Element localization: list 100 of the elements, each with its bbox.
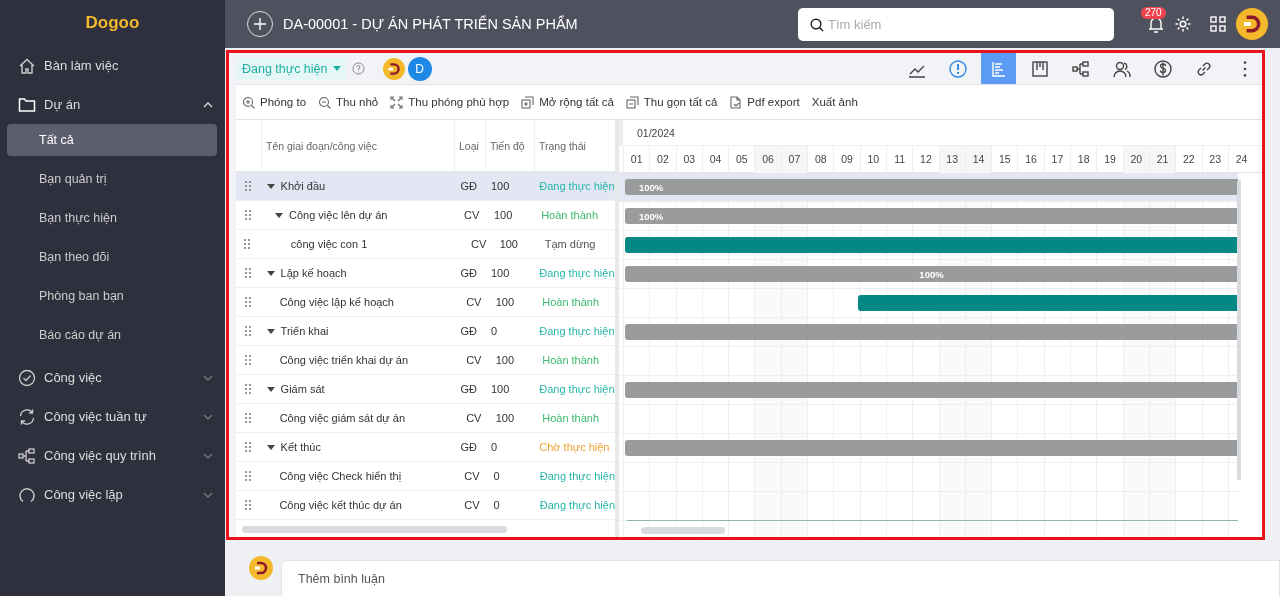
sidebar-item[interactable]: Công việc tuần tự bbox=[0, 397, 225, 436]
toolbar-button[interactable]: Thu nhỏ bbox=[318, 95, 379, 109]
drag-handle-icon[interactable] bbox=[245, 181, 252, 191]
sidebar-subitem[interactable]: Bạn theo dõi bbox=[7, 241, 217, 273]
table-row[interactable]: Công việc lập kế hoạch CV 100 Hoàn thành bbox=[236, 288, 615, 317]
drag-handle-icon[interactable] bbox=[245, 442, 252, 452]
more-icon bbox=[1242, 60, 1247, 77]
table-row[interactable]: Công việc kết thúc dự án CV 0 Đang thực hiện bbox=[236, 491, 615, 520]
notification-badge: 270 bbox=[1141, 7, 1166, 19]
file-icon bbox=[729, 95, 743, 109]
drag-handle-icon[interactable] bbox=[244, 239, 251, 249]
progress-cell-text: 0 bbox=[492, 499, 501, 511]
sidebar-subitem[interactable]: Tất cả bbox=[7, 124, 217, 156]
table-row[interactable]: Kết thúc GĐ 0 Chờ thực hiện bbox=[236, 433, 615, 462]
day-label: 24 bbox=[1227, 146, 1255, 172]
task-name: Lập kế hoạch bbox=[280, 267, 347, 279]
task-name: Khởi đầu bbox=[280, 180, 326, 192]
search-field[interactable]: Tìm kiếm bbox=[798, 7, 1114, 41]
search-icon bbox=[810, 17, 824, 32]
vertical-scrollbar[interactable] bbox=[1237, 180, 1241, 480]
table-row[interactable]: Giám sát GĐ 100 Đang thực hiện bbox=[236, 375, 615, 404]
day-label: 20 bbox=[1122, 146, 1149, 172]
toolbar-button[interactable]: Pdf export bbox=[729, 95, 800, 109]
sidebar-subitem[interactable]: Phòng ban bạn bbox=[7, 280, 217, 312]
drag-handle-icon[interactable] bbox=[244, 297, 251, 307]
caret-icon[interactable] bbox=[266, 270, 275, 276]
drag-handle-icon[interactable] bbox=[244, 355, 251, 365]
horizontal-scrollbar[interactable] bbox=[242, 526, 507, 533]
horizontal-scrollbar[interactable] bbox=[641, 527, 725, 534]
drag-handle-icon[interactable] bbox=[244, 500, 251, 510]
caret-icon[interactable] bbox=[275, 212, 283, 218]
drag-handle-icon[interactable] bbox=[245, 268, 252, 278]
toolbar-button[interactable]: Thu gọn tất cả bbox=[625, 95, 718, 109]
table-row[interactable]: Công việc lên dự án CV 100 Hoàn thành bbox=[236, 201, 615, 230]
type-cell-text: CV bbox=[465, 412, 483, 424]
status-cell-text: Đang thực hiện bbox=[538, 383, 615, 395]
type-cell-text: GĐ bbox=[459, 267, 478, 279]
help-icon[interactable] bbox=[351, 62, 365, 75]
progress-cell-text: 100 bbox=[494, 412, 515, 424]
project-title: DA-00001 - DỰ ÁN PHÁT TRIỂN SẢN PHẨM bbox=[283, 16, 579, 32]
sidebar-item[interactable]: Công việc bbox=[0, 358, 225, 397]
day-label: 16 bbox=[1017, 146, 1044, 172]
status-cell-text: Chờ thực hiện bbox=[538, 441, 611, 453]
day-label: 08 bbox=[807, 146, 834, 172]
caret-icon[interactable] bbox=[266, 328, 275, 334]
task-name: Giám sát bbox=[280, 383, 325, 395]
day-label: 21 bbox=[1148, 146, 1176, 172]
type-cell-text: CV bbox=[463, 209, 481, 221]
day-label: 10 bbox=[859, 146, 886, 172]
day-label: 19 bbox=[1096, 146, 1123, 172]
caret-icon[interactable] bbox=[266, 444, 275, 450]
toolbar-button[interactable]: Mở rộng tất cả bbox=[521, 95, 614, 109]
loop-icon bbox=[18, 485, 36, 504]
table-row[interactable]: Triển khai GĐ 0 Đang thực hiện bbox=[236, 317, 615, 346]
type-cell-text: GĐ bbox=[459, 325, 478, 337]
comment-field[interactable]: Thêm bình luận bbox=[281, 560, 1280, 596]
status-cell-text: Đang thực hiện bbox=[538, 325, 615, 337]
check-circle-icon bbox=[18, 368, 36, 387]
logo-avatar bbox=[249, 556, 273, 580]
table-row[interactable]: Lập kế hoạch GĐ 100 Đang thực hiện bbox=[236, 259, 615, 288]
sidebar-item[interactable]: Bàn làm việc bbox=[0, 46, 225, 85]
zoom-out-icon bbox=[318, 95, 332, 109]
sidebar-subitem[interactable]: Báo cáo dự án bbox=[7, 319, 217, 351]
toolbar-button[interactable]: Xuất ảnh bbox=[811, 96, 858, 108]
flow-icon bbox=[18, 446, 36, 465]
type-cell-text: CV bbox=[470, 238, 488, 250]
sidebar-item[interactable]: Công việc quy trình bbox=[0, 436, 225, 475]
day-label: 04 bbox=[701, 146, 729, 172]
day-label: 07 bbox=[780, 146, 808, 172]
day-label: 02 bbox=[649, 146, 676, 172]
table-row[interactable]: Khởi đầu GĐ 100 Đang thực hiện bbox=[236, 172, 615, 201]
progress-cell-text: 100 bbox=[490, 383, 511, 395]
drag-handle-icon[interactable] bbox=[245, 384, 252, 394]
caret-icon[interactable] bbox=[266, 183, 275, 189]
day-label: 13 bbox=[938, 146, 965, 172]
table-row[interactable]: Công việc giám sát dự án CV 100 Hoàn thành bbox=[236, 404, 615, 433]
apps-grid-icon[interactable] bbox=[1210, 16, 1226, 32]
sidebar-subitem[interactable]: Bạn thực hiện bbox=[7, 202, 217, 234]
bar-label: 100% bbox=[639, 210, 664, 222]
toolbar-button[interactable]: Thu phóng phù hợp bbox=[390, 95, 510, 109]
type-cell-text: CV bbox=[463, 499, 481, 511]
logo-avatar bbox=[382, 57, 405, 80]
sidebar-item[interactable]: Công việc lặp bbox=[0, 475, 225, 514]
table-row[interactable]: Công việc Check hiển thị CV 0 Đang thực hiện bbox=[236, 462, 615, 491]
day-label: 03 bbox=[675, 146, 702, 172]
progress-cell-text: 0 bbox=[490, 325, 499, 337]
drag-handle-icon[interactable] bbox=[245, 210, 251, 220]
app-logo[interactable]: Dogoo bbox=[0, 0, 225, 46]
drag-handle-icon[interactable] bbox=[245, 326, 252, 336]
table-row[interactable]: Công việc triển khai dự án CV 100 Hoàn thành bbox=[236, 346, 615, 375]
sidebar-item[interactable]: Dự án bbox=[0, 85, 225, 124]
sidebar-subitem[interactable]: Bạn quản trị bbox=[7, 163, 217, 195]
table-row[interactable]: công việc con 1 CV 100 Tạm dừng bbox=[236, 230, 615, 259]
toolbar-button[interactable]: Phóng to bbox=[242, 95, 307, 109]
caret-icon[interactable] bbox=[266, 386, 275, 392]
day-label: 09 bbox=[833, 146, 860, 172]
drag-handle-icon[interactable] bbox=[244, 413, 251, 423]
day-label: 12 bbox=[912, 146, 939, 172]
drag-handle-icon[interactable] bbox=[244, 471, 251, 481]
settings-icon[interactable] bbox=[1174, 15, 1192, 33]
